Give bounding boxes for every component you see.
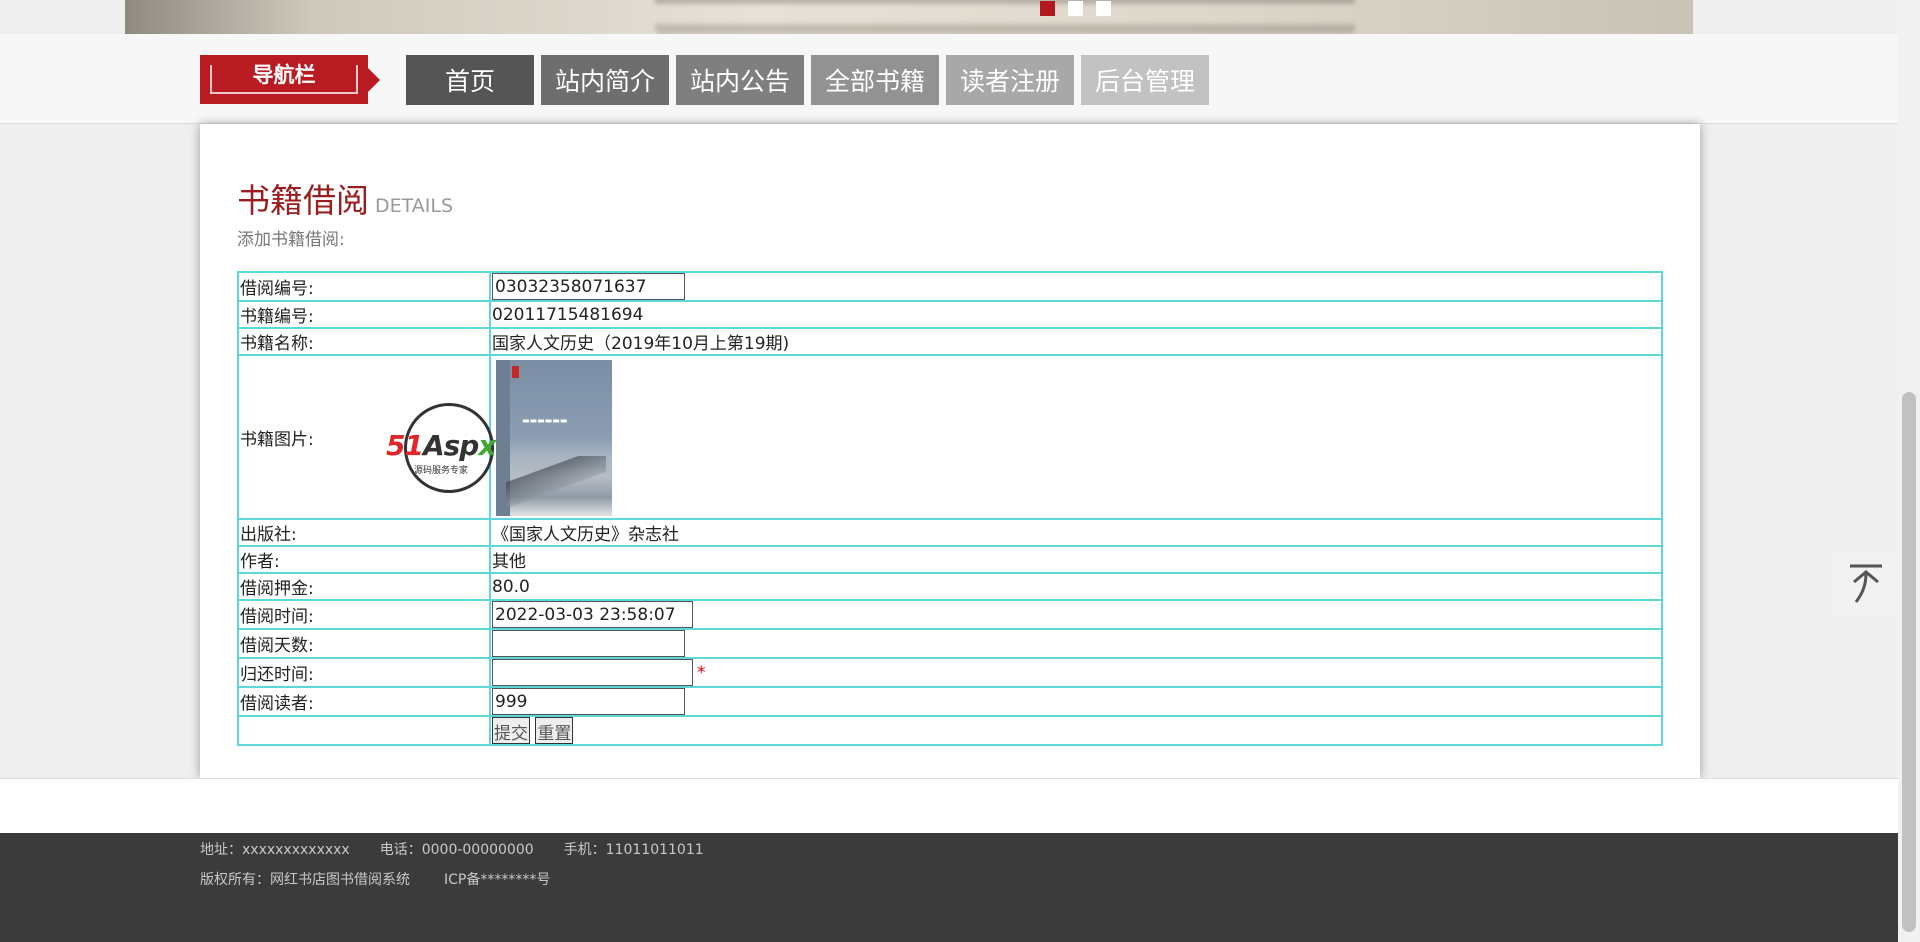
nav-menu: 首页 站内简介 站内公告 全部书籍 读者注册 后台管理 (406, 55, 1209, 105)
form-row-deposit: 借阅押金: 80.0 (237, 572, 1663, 601)
reader-input[interactable] (492, 688, 685, 715)
publisher-label: 出版社: (237, 518, 491, 547)
footer: 地址：xxxxxxxxxxxxx 电话：0000-00000000 手机：110… (0, 833, 1898, 942)
borrow-time-input[interactable] (492, 601, 693, 628)
form-row-book-no: 书籍编号: 02011715481694 (237, 300, 1663, 329)
footer-address: 地址：xxxxxxxxxxxxx (200, 842, 350, 858)
return-time-input[interactable] (492, 659, 693, 686)
footer-copyright: 版权所有：网红书店图书借阅系统 (200, 872, 410, 888)
nav-item-about[interactable]: 站内简介 (541, 55, 669, 105)
form-row-return-time: 归还时间: * (237, 657, 1663, 688)
section-description: 添加书籍借阅: (237, 230, 345, 250)
nav-item-all-books[interactable]: 全部书籍 (811, 55, 939, 105)
page-subtitle: DETAILS (375, 195, 454, 217)
form-row-publisher: 出版社: 《国家人文历史》杂志社 (237, 518, 1663, 547)
carousel-dots (1040, 1, 1111, 16)
publisher-value: 《国家人文历史》杂志社 (489, 518, 1663, 547)
form-row-author: 作者: 其他 (237, 545, 1663, 574)
scrollbar-thumb[interactable] (1902, 392, 1916, 932)
author-value: 其他 (489, 545, 1663, 574)
nav-item-home[interactable]: 首页 (406, 55, 534, 105)
book-no-value: 02011715481694 (489, 300, 1663, 329)
nav-item-announcements[interactable]: 站内公告 (676, 55, 804, 105)
nav-item-admin[interactable]: 后台管理 (1081, 55, 1209, 105)
page-scrollbar[interactable] (1898, 0, 1920, 942)
watermark-logo: 51Aspx 源码服务专家 (384, 403, 512, 495)
nav-item-reader-register[interactable]: 读者注册 (946, 55, 1074, 105)
borrow-days-label: 借阅天数: (237, 628, 491, 659)
form-row-borrow-time: 借阅时间: (237, 599, 1663, 630)
book-name-value: 国家人文历史（2019年10月上第19期) (489, 327, 1663, 356)
footer-mobile: 手机：11011011011 (563, 842, 704, 858)
page-title: 书籍借阅 DETAILS (237, 181, 454, 220)
carousel-dot[interactable] (1068, 1, 1083, 16)
reset-button[interactable]: 重置 (535, 717, 574, 744)
form-row-reader: 借阅读者: (237, 686, 1663, 717)
return-time-label: 归还时间: (237, 657, 491, 688)
navbar: 导航栏 首页 站内简介 站内公告 全部书籍 读者注册 后台管理 (0, 34, 1898, 124)
borrow-time-label: 借阅时间: (237, 599, 491, 630)
deposit-label: 借阅押金: (237, 572, 491, 601)
deposit-value: 80.0 (489, 572, 1663, 601)
reader-label: 借阅读者: (237, 686, 491, 717)
nav-label: 导航栏 (200, 55, 380, 104)
banner-carousel (125, 0, 1693, 34)
form-row-borrow-no: 借阅编号: (237, 271, 1663, 302)
footer-spacer (0, 778, 1898, 834)
back-to-top-button[interactable] (1833, 552, 1899, 616)
carousel-dot[interactable] (1096, 1, 1111, 16)
author-label: 作者: (237, 545, 491, 574)
submit-button[interactable]: 提交 (492, 717, 530, 744)
carousel-dot[interactable] (1040, 1, 1055, 16)
book-no-label: 书籍编号: (237, 300, 491, 329)
form-row-borrow-days: 借阅天数: (237, 628, 1663, 659)
required-mark: * (697, 662, 706, 683)
form-row-actions: 提交 重置 (237, 715, 1663, 746)
footer-phone: 电话：0000-00000000 (379, 842, 534, 858)
footer-icp: ICP备********号 (444, 872, 551, 888)
borrow-no-label: 借阅编号: (237, 271, 491, 302)
back-to-top-icon (1850, 564, 1882, 603)
borrow-days-input[interactable] (492, 630, 685, 657)
book-name-label: 书籍名称: (237, 327, 491, 356)
banner-image (655, 0, 1355, 34)
book-cover-image: ▬▬▬▬▬▬ (496, 360, 612, 516)
borrow-form: 借阅编号: 书籍编号: 02011715481694 书籍名称: 国家人文历史（… (237, 271, 1663, 746)
borrow-no-input[interactable] (492, 273, 685, 300)
form-row-book-name: 书籍名称: 国家人文历史（2019年10月上第19期) (237, 327, 1663, 356)
